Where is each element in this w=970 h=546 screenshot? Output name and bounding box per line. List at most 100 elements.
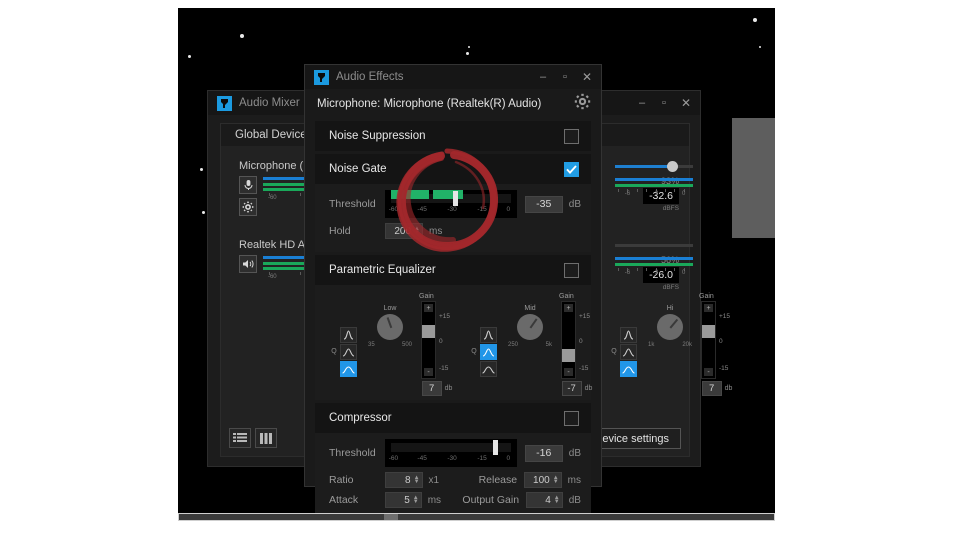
audio-effects-window-controls[interactable]: – ▫ ✕ bbox=[533, 67, 597, 87]
q-shape-wide-icon[interactable] bbox=[619, 360, 637, 377]
q-shape-medium-icon[interactable] bbox=[339, 343, 357, 360]
tick-label: 0 bbox=[506, 455, 511, 462]
spinner-arrows-icon[interactable]: ▲ ▼ bbox=[414, 475, 420, 485]
knob-hi bbox=[657, 314, 683, 340]
gain-value-mid[interactable]: -7 bbox=[561, 381, 582, 396]
hold-label: Hold bbox=[329, 225, 351, 237]
band-label: Hi bbox=[666, 305, 674, 312]
tick-label: -30 bbox=[447, 455, 457, 462]
compressor-section: Compressor Threshold -60 -45 -30 -15 0 -… bbox=[315, 403, 591, 520]
eq-freq-knob-mid[interactable]: Mid 250 5k bbox=[507, 293, 553, 396]
q-shape-medium-icon[interactable] bbox=[619, 343, 637, 360]
close-icon[interactable]: ✕ bbox=[577, 67, 597, 87]
hold-input[interactable]: 200 ▲ ▼ bbox=[385, 223, 423, 239]
device-buttons[interactable] bbox=[239, 255, 257, 273]
compressor-threshold-slider[interactable]: -60 -45 -30 -15 0 bbox=[385, 439, 517, 467]
tick-label: -60 bbox=[388, 455, 399, 462]
eq-q-selector-mid[interactable]: Q bbox=[461, 293, 507, 396]
threshold-unit: dB bbox=[568, 447, 581, 459]
spinner-arrows-icon[interactable]: ▲ ▼ bbox=[554, 495, 560, 505]
gain-value-low[interactable]: 7 bbox=[421, 381, 442, 396]
fader-thumb[interactable] bbox=[702, 325, 715, 338]
eq-gain-fader-mid[interactable]: Gain + - +15 0 -15 -7 db bbox=[553, 293, 601, 396]
noise-gate-checkbox[interactable] bbox=[564, 161, 579, 177]
gain-decrease-button[interactable]: - bbox=[564, 368, 573, 376]
ratio-input[interactable]: 8 ▲ ▼ bbox=[385, 472, 423, 488]
compressor-checkbox[interactable] bbox=[564, 410, 579, 426]
eq-gain-fader-low[interactable]: Gain + - +15 0 -15 7 db bbox=[413, 293, 461, 396]
background-window[interactable] bbox=[732, 118, 775, 238]
noise-suppression-header[interactable]: Noise Suppression bbox=[315, 121, 591, 151]
close-icon[interactable]: ✕ bbox=[676, 93, 696, 113]
spinner-arrows-icon[interactable]: ▲ ▼ bbox=[413, 495, 419, 505]
microphone-icon[interactable] bbox=[239, 176, 257, 194]
minimize-icon[interactable]: – bbox=[533, 67, 553, 87]
q-shape-narrow-icon[interactable] bbox=[619, 326, 637, 343]
noise-gate-hold-row: Hold 200 ▲ ▼ ms bbox=[329, 223, 581, 239]
fader-tick-label: -15 bbox=[579, 365, 589, 372]
compressor-header[interactable]: Compressor bbox=[315, 403, 591, 433]
view-mode-buttons[interactable] bbox=[229, 428, 277, 448]
compressor-threshold-value[interactable]: -16 bbox=[524, 444, 563, 462]
eq-gain-fader-hi[interactable]: Gain + - +15 0 -15 7 db bbox=[693, 293, 741, 396]
noise-gate-threshold-slider[interactable]: -60 -45 -30 -15 0 bbox=[385, 190, 517, 218]
horizontal-scrollbar[interactable] bbox=[178, 513, 775, 521]
equalizer-checkbox[interactable] bbox=[564, 262, 579, 278]
maximize-icon[interactable]: ▫ bbox=[555, 67, 575, 87]
eq-band-hi: Q Hi 1k 20k Gain + - +15 0 -15 7 db bbox=[601, 293, 741, 396]
threshold-unit: dB bbox=[568, 198, 581, 210]
compressor-threshold-row: Threshold -60 -45 -30 -15 0 -16 dB bbox=[329, 439, 581, 467]
tick-label: 0 bbox=[506, 206, 511, 213]
noise-gate-header[interactable]: Noise Gate bbox=[315, 154, 591, 184]
gain-increase-button[interactable]: + bbox=[704, 304, 713, 312]
eq-freq-knob-hi[interactable]: Hi 1k 20k bbox=[647, 293, 693, 396]
audio-mixer-window-controls[interactable]: – ▫ ✕ bbox=[632, 93, 696, 113]
gear-icon[interactable] bbox=[239, 198, 257, 216]
q-shape-narrow-icon[interactable] bbox=[479, 326, 497, 343]
eq-freq-knob-low[interactable]: Low 35 500 bbox=[367, 293, 413, 396]
threshold-scale: -60 -45 -30 -15 0 bbox=[388, 455, 511, 465]
volume-slider-realtek[interactable] bbox=[615, 241, 693, 253]
audio-effects-titlebar[interactable]: Audio Effects – ▫ ✕ bbox=[305, 65, 601, 89]
list-view-icon[interactable] bbox=[229, 428, 251, 448]
eq-band-mid: Q Mid 250 5k Gain + - +15 0 -15 -7 db bbox=[461, 293, 601, 396]
volume-slider-microphone[interactable] bbox=[615, 161, 693, 174]
knob-low bbox=[377, 314, 403, 340]
gain-unit: db bbox=[724, 385, 733, 392]
output-gain-input[interactable]: 4 ▲ ▼ bbox=[526, 492, 563, 508]
desktop-dot bbox=[759, 46, 761, 48]
fader-thumb[interactable] bbox=[562, 349, 575, 362]
attack-input[interactable]: 5 ▲ ▼ bbox=[385, 492, 422, 508]
minimize-icon[interactable]: – bbox=[632, 93, 652, 113]
q-shape-wide-icon[interactable] bbox=[339, 360, 357, 377]
column-view-icon[interactable] bbox=[255, 428, 277, 448]
gain-decrease-button[interactable]: - bbox=[424, 368, 433, 376]
meter-tick-label: -6 bbox=[624, 191, 631, 197]
gain-value-hi[interactable]: 7 bbox=[701, 381, 722, 396]
eq-q-selector-low[interactable]: Q bbox=[321, 293, 367, 396]
gain-increase-button[interactable]: + bbox=[424, 304, 433, 312]
speaker-icon[interactable] bbox=[239, 255, 257, 273]
gain-decrease-button[interactable]: - bbox=[704, 368, 713, 376]
release-input[interactable]: 100 ▲ ▼ bbox=[524, 472, 562, 488]
noise-suppression-checkbox[interactable] bbox=[564, 128, 579, 144]
compressor-label: Compressor bbox=[329, 412, 392, 424]
audio-effects-window[interactable]: Audio Effects – ▫ ✕ Microphone: Micropho… bbox=[304, 64, 732, 520]
fader-tick-label: -15 bbox=[439, 365, 449, 372]
q-shape-wide-icon[interactable] bbox=[479, 360, 497, 377]
knob-range-max: 20k bbox=[682, 342, 692, 348]
maximize-icon[interactable]: ▫ bbox=[654, 93, 674, 113]
fader-thumb[interactable] bbox=[422, 325, 435, 338]
q-shape-medium-icon[interactable] bbox=[479, 343, 497, 360]
tick-label: -45 bbox=[417, 206, 427, 213]
scrollbar-thumb[interactable] bbox=[384, 514, 398, 520]
equalizer-header[interactable]: Parametric Equalizer bbox=[315, 255, 591, 285]
gain-increase-button[interactable]: + bbox=[564, 304, 573, 312]
q-shape-narrow-icon[interactable] bbox=[339, 326, 357, 343]
device-buttons[interactable] bbox=[239, 176, 257, 216]
gear-icon[interactable] bbox=[574, 93, 591, 115]
spinner-arrows-icon[interactable]: ▲ ▼ bbox=[414, 226, 420, 236]
eq-q-selector-hi[interactable]: Q bbox=[601, 293, 647, 396]
spinner-arrows-icon[interactable]: ▲ ▼ bbox=[553, 475, 559, 485]
noise-gate-threshold-value[interactable]: -35 bbox=[524, 195, 563, 213]
